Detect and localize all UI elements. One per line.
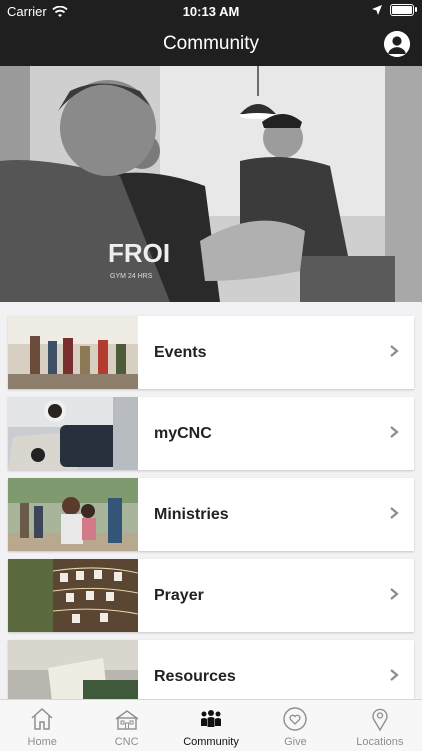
tab-label: Home xyxy=(27,736,57,748)
menu-item-prayer[interactable]: Prayer xyxy=(8,559,414,632)
community-menu-list: Events myCNC Ministries Prayer Resources xyxy=(8,316,414,721)
tab-community[interactable]: Community xyxy=(169,700,253,751)
chevron-right-icon xyxy=(388,422,414,445)
hero-photo: FROI GYM 24 HRS xyxy=(0,66,422,302)
tab-give[interactable]: Give xyxy=(253,700,337,751)
menu-item-label: myCNC xyxy=(154,424,212,442)
shirt-print-subtext: GYM 24 HRS xyxy=(110,273,153,280)
tab-label: CNC xyxy=(114,736,139,748)
status-bar: Carrier 10:13 AM xyxy=(0,0,422,22)
shirt-print-text: FROI xyxy=(108,238,170,268)
building-icon xyxy=(115,710,139,730)
people-group-icon xyxy=(201,710,222,727)
hero-photo-scene: FROI GYM 24 HRS xyxy=(0,66,422,302)
battery-icon xyxy=(390,4,417,16)
prayer-thumbnail xyxy=(8,559,138,632)
tab-label: Community xyxy=(183,736,239,748)
tab-bar: Home CNC Community Give Locations xyxy=(0,699,422,751)
chevron-right-icon xyxy=(388,341,414,364)
navigation-bar: Community xyxy=(0,22,422,66)
tab-label: Give xyxy=(284,736,307,748)
tab-locations[interactable]: Locations xyxy=(338,700,422,751)
location-pin-icon xyxy=(372,708,388,732)
tab-home[interactable]: Home xyxy=(0,700,84,751)
tab-cnc[interactable]: CNC xyxy=(84,700,168,751)
menu-item-ministries[interactable]: Ministries xyxy=(8,478,414,551)
chevron-right-icon xyxy=(388,584,414,607)
location-arrow-icon xyxy=(372,5,382,15)
user-icon xyxy=(384,31,410,57)
profile-avatar-button[interactable] xyxy=(384,31,410,57)
ministries-thumbnail xyxy=(8,478,138,551)
chevron-right-icon xyxy=(388,503,414,526)
menu-item-label: Resources xyxy=(154,667,236,685)
menu-item-mycnc[interactable]: myCNC xyxy=(8,397,414,470)
home-icon xyxy=(31,707,53,730)
menu-item-label: Prayer xyxy=(154,586,204,604)
heart-circle-icon xyxy=(283,707,308,731)
menu-item-label: Ministries xyxy=(154,505,229,523)
tab-label: Locations xyxy=(356,736,404,748)
page-title: Community xyxy=(162,33,260,54)
events-thumbnail xyxy=(8,316,138,389)
menu-item-label: Events xyxy=(154,343,207,361)
mycnc-thumbnail xyxy=(8,397,138,470)
chevron-right-icon xyxy=(388,665,414,688)
menu-item-events[interactable]: Events xyxy=(8,316,414,389)
status-time: 10:13 AM xyxy=(182,4,240,19)
